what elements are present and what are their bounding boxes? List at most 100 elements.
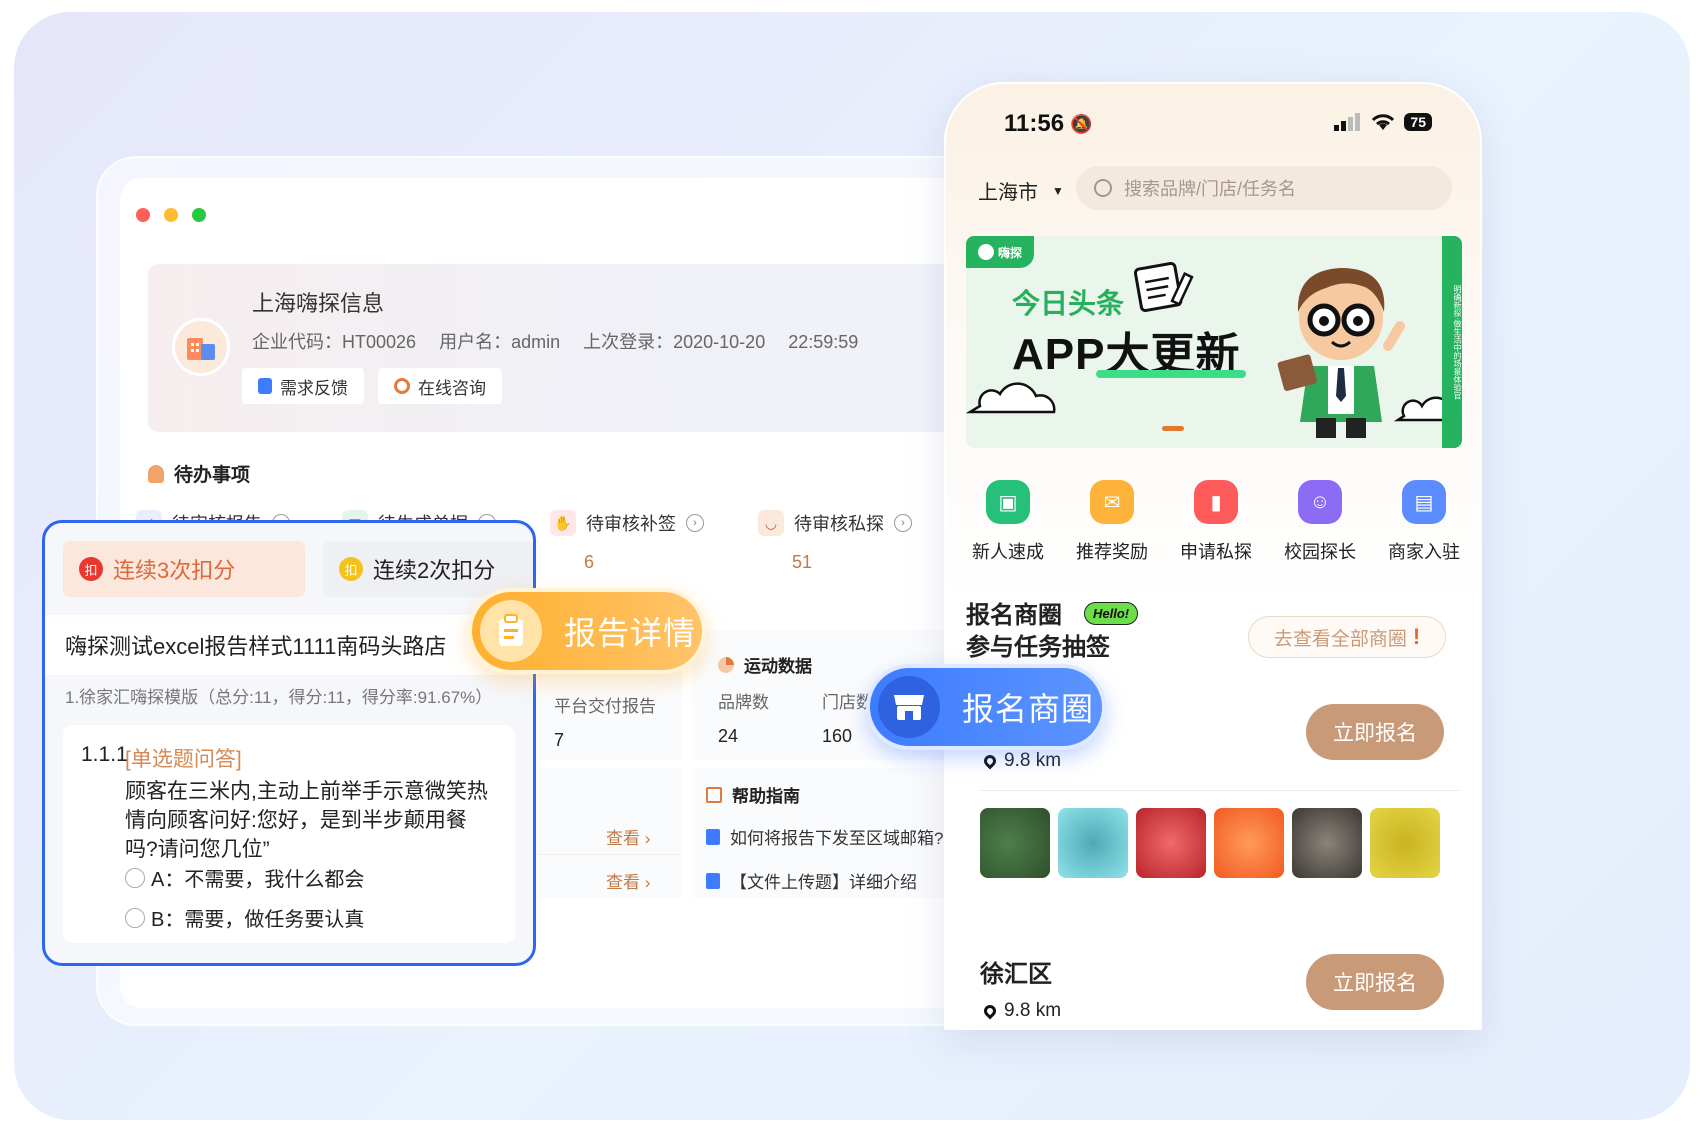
search-placeholder: 搜索品牌/门店/任务名 bbox=[1124, 179, 1297, 199]
platform-value: 7 bbox=[554, 730, 565, 750]
shortcut-campus[interactable]: ☺ 校园探长 bbox=[1272, 480, 1368, 564]
view-link-2[interactable]: 查看 › bbox=[606, 868, 650, 893]
user-value: admin bbox=[511, 332, 561, 352]
distance: 9.8 km bbox=[981, 750, 1062, 772]
merchant-icon: ▤ bbox=[1402, 480, 1446, 524]
todo-count: 6 bbox=[584, 552, 595, 572]
divider bbox=[538, 854, 682, 855]
signup-button[interactable]: 立即报名 bbox=[1306, 954, 1444, 1010]
help-guide-title: 帮助指南 bbox=[706, 782, 800, 807]
consult-button[interactable]: 在线咨询 bbox=[378, 368, 502, 404]
location-pin-icon bbox=[981, 752, 999, 770]
status-icons: 75 bbox=[1334, 112, 1432, 132]
help-item-label: 如何将报告下发至区域邮箱? bbox=[730, 829, 944, 848]
store-thumbnail[interactable] bbox=[1136, 808, 1206, 878]
headline-underline bbox=[1096, 370, 1246, 378]
radio-button[interactable] bbox=[125, 907, 145, 928]
window-close-dot[interactable] bbox=[136, 208, 150, 222]
banner-tagline: 今日头条 bbox=[1012, 288, 1125, 319]
promo-banner[interactable]: 嗨探 今日头条 APP大更新 明确新探·做生活中的场景体验官 bbox=[966, 236, 1462, 448]
last-login-date: 2020-10-20 bbox=[673, 332, 766, 352]
store-thumbnail[interactable] bbox=[1058, 808, 1128, 878]
caret-down-icon: ▼ bbox=[1052, 183, 1064, 198]
signup-circle-pill[interactable]: 报名商圈 bbox=[866, 664, 1106, 750]
section-title-line2: 参与任务抽签 bbox=[966, 634, 1110, 661]
distance-label: 9.8 km bbox=[1004, 750, 1062, 771]
report-detail-label: 报告详情 bbox=[564, 615, 697, 651]
store-thumbnail[interactable] bbox=[1370, 808, 1440, 878]
company-header-card: 上海嗨探信息 企业代码：HT00026 用户名：admin 上次登录：2020-… bbox=[148, 264, 1080, 432]
signup-button[interactable]: 立即报名 bbox=[1306, 704, 1444, 760]
city-label: 上海市 bbox=[978, 182, 1038, 204]
sport-title-label: 运动数据 bbox=[744, 657, 812, 676]
distance-label: 9.8 km bbox=[1004, 1000, 1062, 1021]
last-login-label: 上次登录： bbox=[583, 332, 674, 352]
shortcut-newbie[interactable]: ▣ 新人速成 bbox=[960, 480, 1056, 564]
district-name: 徐汇区 bbox=[980, 961, 1052, 988]
arrow-right-icon: › bbox=[686, 514, 704, 532]
feedback-label: 需求反馈 bbox=[280, 378, 348, 398]
help-item-label: 【文件上传题】详细介绍 bbox=[730, 873, 917, 892]
todo-item-review-resign[interactable]: ✋ 待审核补签 › bbox=[550, 510, 704, 536]
tab-label: 连续2次扣分 bbox=[373, 558, 496, 583]
todo-item-review-private[interactable]: ◡ 待审核私探 › bbox=[758, 510, 912, 536]
campus-icon: ☺ bbox=[1298, 480, 1342, 524]
shortcut-label: 校园探长 bbox=[1284, 542, 1356, 562]
shortcut-private[interactable]: ▮ 申请私探 bbox=[1168, 480, 1264, 564]
carousel-indicator[interactable] bbox=[1162, 426, 1184, 431]
shortcut-label: 推荐奖励 bbox=[1076, 542, 1148, 562]
see-all-circles-button[interactable]: 去查看全部商圈 ! bbox=[1248, 616, 1446, 658]
signal-icon bbox=[1334, 113, 1361, 131]
hand-icon: ✋ bbox=[550, 510, 576, 536]
mobile-app-screen: 11:56 🔕 75 上海市 ▼ 搜索品牌/门店/任务名 嗨探 今日头条 APP… bbox=[944, 82, 1482, 1030]
option-a[interactable]: A：不需要，我什么都会 bbox=[125, 863, 364, 892]
see-all-label: 去查看全部商圈 bbox=[1273, 628, 1407, 650]
sport-data-title: 运动数据 bbox=[718, 652, 812, 677]
store-thumbnail[interactable] bbox=[980, 808, 1050, 878]
question-text: 顾客在三米内,主动上前举手示意微笑热情向顾客问好:您好，是到半步颠用餐吗?请问您… bbox=[125, 780, 488, 861]
list-panel: 查看 › 查看 › bbox=[538, 768, 682, 898]
feedback-button[interactable]: 需求反馈 bbox=[242, 368, 364, 404]
store-thumbnail[interactable] bbox=[1292, 808, 1362, 878]
company-avatar bbox=[172, 318, 230, 376]
feedback-icon bbox=[258, 378, 272, 394]
shortcut-merchant[interactable]: ▤ 商家入驻 bbox=[1376, 480, 1472, 564]
report-detail-pill[interactable]: 报告详情 bbox=[468, 588, 706, 674]
report-subtitle: 1.徐家汇嗨探模版（总分:11，得分:11，得分率:91.67%） bbox=[65, 688, 493, 707]
question-card: 1.1.1 [单选题问答] 顾客在三米内,主动上前举手示意微笑热情向顾客问好:您… bbox=[63, 725, 515, 943]
location-pin-icon bbox=[981, 1002, 999, 1020]
todo-label: 待审核私探 bbox=[794, 514, 884, 534]
question-number: 1.1.1 bbox=[81, 743, 128, 766]
window-minimize-dot[interactable] bbox=[164, 208, 178, 222]
battery-icon: 75 bbox=[1404, 113, 1432, 131]
wifi-icon bbox=[1372, 114, 1395, 130]
report-title: 嗨探测试excel报告样式1111南码头路店 bbox=[45, 615, 533, 675]
help-item-1[interactable]: 如何将报告下发至区域邮箱? bbox=[706, 824, 943, 849]
help-item-2[interactable]: 【文件上传题】详细介绍 bbox=[706, 868, 917, 893]
newbie-icon: ▣ bbox=[986, 480, 1030, 524]
book-icon bbox=[706, 828, 720, 845]
consult-label: 在线咨询 bbox=[418, 378, 486, 398]
option-b[interactable]: B：需要，做任务要认真 bbox=[125, 903, 364, 932]
company-name: 上海嗨探信息 bbox=[252, 291, 385, 316]
shortcut-label: 新人速成 bbox=[972, 542, 1044, 562]
divider bbox=[980, 790, 1460, 791]
todo-section-title: 待办事项 bbox=[148, 460, 250, 487]
tab-deduct-3-times[interactable]: 扣 连续3次扣分 bbox=[63, 541, 305, 597]
brand-count-label: 品牌数 bbox=[718, 693, 769, 712]
option-label: B：需要，做任务要认真 bbox=[151, 909, 365, 931]
hello-sticker: Hello! bbox=[1084, 602, 1139, 625]
building-icon bbox=[187, 338, 215, 360]
brand-logo: 嗨探 bbox=[966, 236, 1034, 268]
search-input[interactable]: 搜索品牌/门店/任务名 bbox=[1076, 166, 1452, 210]
banner-side-text: 明确新探·做生活中的场景体验官 bbox=[1442, 236, 1462, 448]
city-selector[interactable]: 上海市 ▼ bbox=[978, 176, 1064, 205]
help-title-label: 帮助指南 bbox=[732, 787, 800, 806]
search-icon bbox=[1094, 179, 1112, 197]
book-icon bbox=[706, 872, 720, 889]
store-thumbnail[interactable] bbox=[1214, 808, 1284, 878]
radio-button[interactable] bbox=[125, 867, 145, 888]
view-link-1[interactable]: 查看 › bbox=[606, 824, 650, 849]
window-maximize-dot[interactable] bbox=[192, 208, 206, 222]
shortcut-referral[interactable]: ✉ 推荐奖励 bbox=[1064, 480, 1160, 564]
